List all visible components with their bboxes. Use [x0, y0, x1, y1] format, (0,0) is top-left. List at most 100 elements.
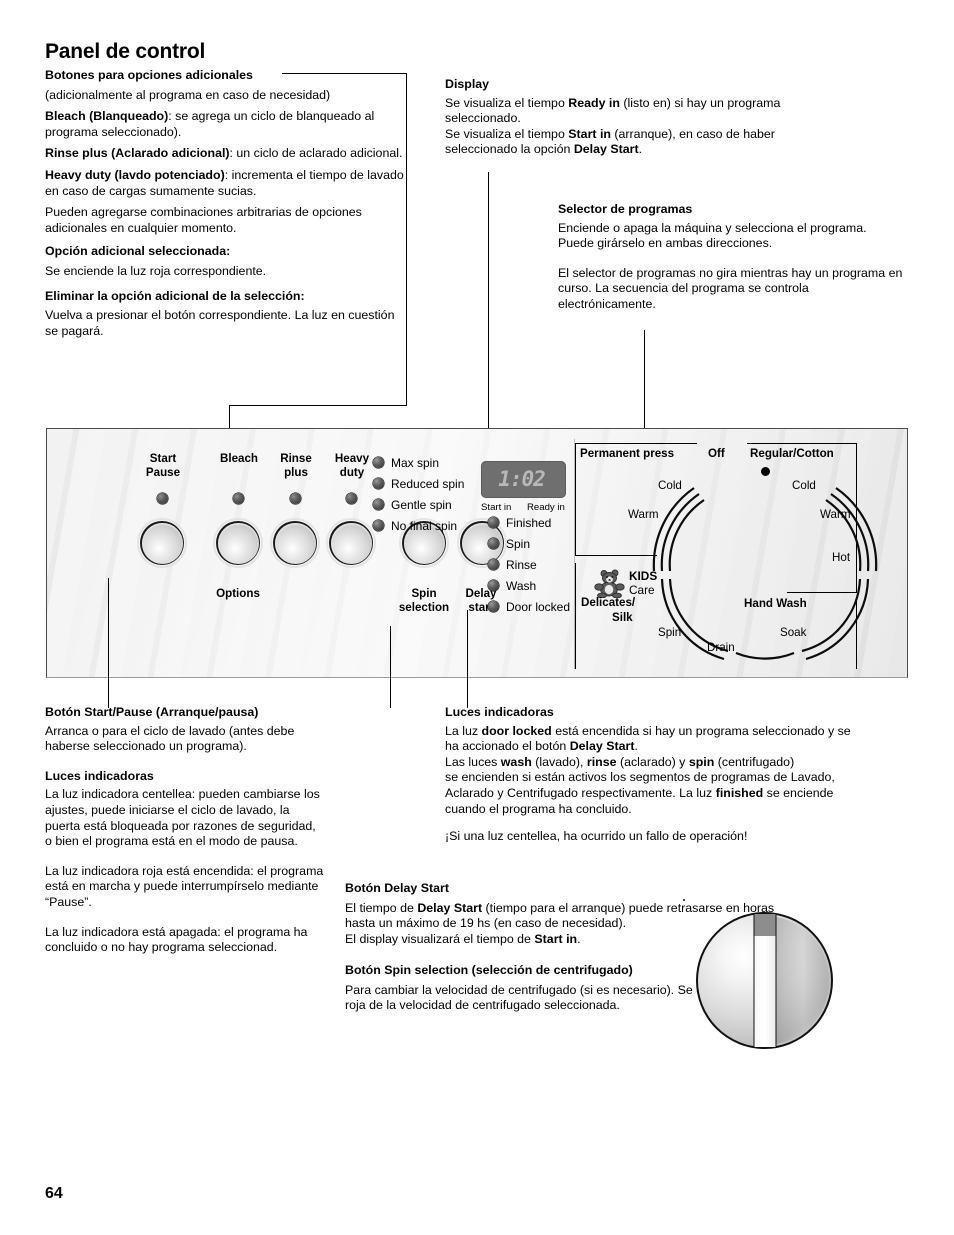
indicator-line-1: La luz door locked está encendida si hay… [445, 724, 865, 755]
start-pause-text: Arranca o para el ciclo de lavado (antes… [45, 723, 295, 754]
page-title: Panel de control [45, 40, 206, 63]
selector-p2: El selector de programas no gira mientra… [558, 265, 903, 311]
label-care: Care [629, 583, 655, 597]
leader-start-pause [108, 578, 109, 708]
ind-l2g: (centrifugado) [714, 754, 795, 769]
left-lights-p3: La luz indicadora está apagada: el progr… [45, 924, 308, 955]
status-spin: Spin [488, 537, 530, 551]
option-no-final-spin-label: No final spin [391, 519, 458, 533]
label-spin-position: Spin [658, 626, 682, 639]
ind-l2c: (lavado), [531, 754, 587, 769]
label-options-group: Options [216, 587, 260, 600]
button-start-pause[interactable] [137, 518, 187, 568]
ind-l1a: La luz [445, 723, 482, 738]
ind-l2b: wash [500, 754, 532, 769]
option-reduced-spin[interactable]: Reduced spin [373, 477, 464, 491]
display-l1a: Se visualiza el tiempo [445, 95, 569, 110]
led-bleach [233, 493, 244, 504]
ind-l3b: finished [715, 785, 764, 800]
label-left-warm: Warm [628, 508, 659, 521]
combos-text: Pueden agregarse combinaciones arbitrari… [45, 205, 362, 235]
callout-start-pause: Botón Start/Pause (Arranque/pausa) Arran… [45, 705, 325, 956]
lcd-caption-ready-in: Ready in [527, 502, 565, 513]
callout-options-buttons: Botones para opciones adicionales (adici… [45, 68, 410, 339]
remove-heading: Eliminar la opción adicional de la selec… [45, 288, 305, 303]
display-l2e: . [638, 142, 643, 157]
program-selector-dial[interactable] [696, 912, 833, 1049]
bracket-regular-top [747, 443, 857, 444]
selected-heading: Opción adicional seleccionada: [45, 244, 231, 259]
led-start-pause [157, 493, 168, 504]
button-rinse-plus[interactable] [270, 518, 320, 568]
option-gentle-spin[interactable]: Gentle spin [373, 498, 452, 512]
options-buttons-heading: Botones para opciones adicionales [45, 68, 253, 82]
option-max-spin[interactable]: Max spin [373, 456, 439, 470]
lcd-display: 1:02 [481, 461, 566, 498]
label-start-pause-l2: Pause [145, 465, 181, 479]
indicator-lights-heading: Luces indicadoras [445, 705, 554, 719]
ds-l2b: Start in [534, 931, 578, 946]
ind-l1b: door locked [481, 723, 552, 738]
indicator-line-2: Las luces wash (lavado), rinse (aclarado… [445, 755, 865, 771]
ds-l1b: Delay Start [417, 900, 483, 915]
label-silk: Silk [612, 611, 633, 624]
led-no-final-spin [373, 520, 384, 531]
display-line-2: Se visualiza el tiempo Start in (arranqu… [445, 127, 805, 158]
heavy-paragraph: Heavy duty (lavdo potenciado): increment… [45, 168, 410, 199]
selector-p1: Enciende o apaga la máquina y selecciona… [558, 220, 867, 251]
ind-l2d: rinse [586, 754, 617, 769]
left-lights-p1: La luz indicadora centellea: pueden camb… [45, 787, 320, 849]
ind-l2e: (aclarado) y [616, 754, 689, 769]
button-heavy-duty[interactable] [326, 518, 376, 568]
option-max-spin-label: Max spin [391, 456, 440, 470]
label-permanent-press: Permanent press [580, 447, 675, 460]
ds-l2a: El display visualizará el tiempo de [345, 931, 535, 946]
left-lights-p2: La luz indicadora roja está encendida: e… [45, 863, 324, 909]
indicator-warning: ¡Si una luz centellea, ha ocurrido un fa… [445, 829, 748, 844]
display-l2d: Delay Start [573, 142, 639, 157]
option-reduced-spin-label: Reduced spin [391, 477, 465, 491]
label-drain-position: Drain [707, 641, 735, 654]
dial-tick-arcs [652, 487, 878, 661]
display-l2b: Start in [568, 126, 611, 141]
led-spin [488, 538, 499, 549]
status-door-locked: Door locked [488, 600, 570, 614]
start-pause-heading: Botón Start/Pause (Arranque/pausa) [45, 705, 259, 719]
option-no-final-spin[interactable]: No final spin [373, 519, 457, 533]
display-line-1: Se visualiza el tiempo Ready in (listo e… [445, 96, 805, 127]
status-wash: Wash [488, 579, 536, 593]
rinse-paragraph: Rinse plus (Aclarado adicional): un cicl… [45, 146, 410, 162]
teddy-bear-icon [594, 569, 625, 598]
lcd-value: 1:02 [498, 467, 546, 491]
bracket-permanent-press-bottom [575, 555, 657, 556]
dial-off-marker [761, 467, 770, 476]
label-delicates: Delicates/ [581, 596, 636, 609]
leader-indicator-lights [467, 610, 468, 708]
ind-l2a: Las luces [445, 754, 501, 769]
status-wash-label: Wash [506, 579, 537, 593]
label-soak-position: Soak [780, 626, 807, 639]
option-gentle-spin-label: Gentle spin [391, 498, 452, 512]
dial-face [696, 912, 833, 1049]
button-bleach[interactable] [213, 518, 263, 568]
leader-delay-start [390, 626, 391, 708]
ds-l1a: El tiempo de [345, 900, 418, 915]
dial-pointer [753, 914, 776, 1047]
left-lights-heading: Luces indicadoras [45, 768, 154, 783]
status-finished-label: Finished [506, 516, 552, 530]
rinse-label: Rinse plus (Aclarado adicional) [45, 146, 230, 161]
leader-display [488, 172, 489, 461]
remove-text: Vuelva a presionar el botón correspondie… [45, 308, 395, 338]
led-reduced-spin [373, 478, 384, 489]
dial-arc-spacer [683, 899, 685, 901]
status-door-locked-label: Door locked [506, 600, 571, 614]
label-kids: KIDS [629, 569, 658, 583]
label-right-cold: Cold [792, 479, 816, 492]
led-wash [488, 580, 499, 591]
led-heavy-duty [346, 493, 357, 504]
status-rinse-label: Rinse [506, 558, 537, 572]
label-left-cold: Cold [658, 479, 682, 492]
delay-start-heading: Botón Delay Start [345, 881, 449, 895]
label-right-hot: Hot [832, 551, 851, 564]
label-off: Off [708, 447, 725, 460]
